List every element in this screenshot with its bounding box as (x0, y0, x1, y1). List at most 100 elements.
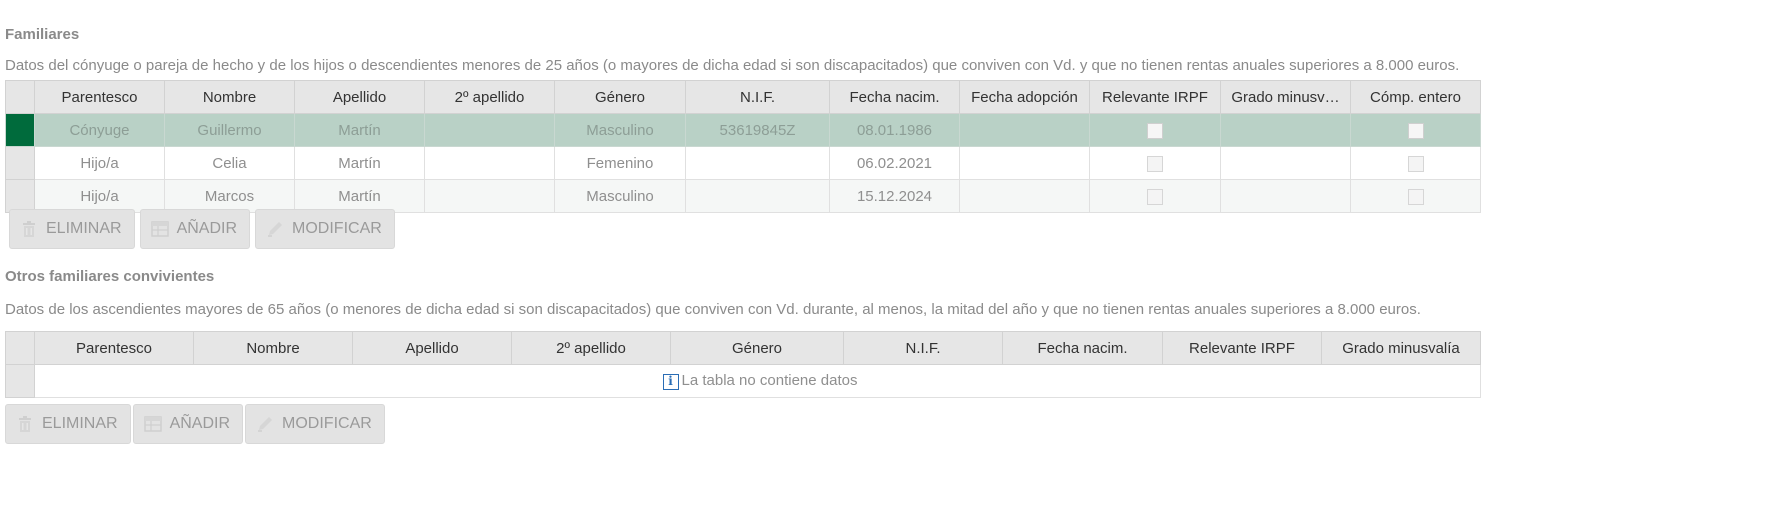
comp-entero-checkbox[interactable] (1407, 188, 1424, 205)
familiares-table: Parentesco Nombre Apellido 2º apellido G… (5, 80, 1481, 213)
relevante-irpf-checkbox[interactable] (1147, 188, 1163, 205)
row-selector[interactable] (5, 179, 35, 213)
column-header-genero[interactable]: Género (554, 80, 686, 114)
column-header-nif[interactable]: N.I.F. (843, 331, 1003, 365)
cell-fecha-nacim: 08.01.1986 (829, 113, 960, 147)
cell-fecha-nacim: 15.12.2024 (829, 179, 960, 213)
delete-button-label: ELIMINAR (46, 220, 122, 237)
cell-apellido2 (424, 146, 555, 180)
cell-parentesco: Hijo/a (34, 179, 165, 213)
add-button-label: AÑADIR (169, 415, 231, 432)
column-header-fecha-nacim[interactable]: Fecha nacim. (1002, 331, 1163, 365)
cell-apellido: Martín (294, 179, 425, 213)
empty-message: La tabla no contiene datos (681, 372, 858, 390)
cell-nombre: Guillermo (164, 113, 295, 147)
cell-fecha-adopcion (959, 113, 1090, 147)
cell-fecha-nacim: 06.02.2021 (829, 146, 960, 180)
add-button[interactable]: AÑADIR (132, 404, 244, 444)
cell-nif (685, 146, 830, 180)
page: Familiares Datos del cónyuge o pareja de… (0, 0, 1768, 510)
relevante-irpf-checkbox[interactable] (1147, 155, 1163, 172)
column-header-nombre[interactable]: Nombre (164, 80, 295, 114)
comp-entero-checkbox[interactable] (1407, 155, 1424, 172)
cell-comp-entero (1350, 179, 1481, 213)
pencil-icon (268, 222, 283, 237)
pencil-icon (258, 417, 273, 432)
modify-button-label: MODIFICAR (292, 220, 382, 237)
column-header-apellido2[interactable]: 2º apellido (511, 331, 671, 365)
trash-icon (23, 221, 35, 237)
cell-apellido: Martín (294, 113, 425, 147)
empty-message-cell: i La tabla no contiene datos (34, 364, 1481, 398)
row-selector[interactable] (5, 113, 35, 147)
modify-button[interactable]: MODIFICAR (255, 209, 395, 249)
cell-grado-minusvalia (1220, 146, 1351, 180)
delete-button[interactable]: ELIMINAR (9, 209, 135, 249)
otros-button-bar: ELIMINAR AÑADIR MODIFICAR (5, 404, 385, 444)
otros-description: Datos de los ascendientes mayores de 65 … (5, 301, 1421, 318)
table-row[interactable]: Cónyuge Guillermo Martín Masculino 53619… (5, 113, 1481, 147)
column-header-apellido2[interactable]: 2º apellido (424, 80, 555, 114)
column-header-relevante-irpf[interactable]: Relevante IRPF (1162, 331, 1322, 365)
row-selector-header (5, 80, 35, 114)
cell-nif (685, 179, 830, 213)
column-header-nif[interactable]: N.I.F. (685, 80, 830, 114)
cell-grado-minusvalia (1220, 113, 1351, 147)
column-header-nombre[interactable]: Nombre (193, 331, 353, 365)
modify-button-label: MODIFICAR (282, 415, 372, 432)
column-header-apellido[interactable]: Apellido (352, 331, 512, 365)
cell-relevante-irpf (1089, 113, 1221, 147)
cell-apellido2 (424, 179, 555, 213)
column-header-comp-entero[interactable]: Cómp. entero (1350, 80, 1481, 114)
otros-title: Otros familiares convivientes (5, 268, 215, 285)
info-icon: i (662, 373, 679, 390)
column-header-apellido[interactable]: Apellido (294, 80, 425, 114)
comp-entero-checkbox[interactable] (1407, 122, 1424, 139)
modify-button[interactable]: MODIFICAR (245, 404, 385, 444)
relevante-irpf-checkbox[interactable] (1147, 122, 1163, 139)
delete-button[interactable]: ELIMINAR (5, 404, 131, 444)
row-selector (5, 364, 35, 398)
column-header-grado-minusvalia[interactable]: Grado minusvalía (1321, 331, 1481, 365)
cell-parentesco: Cónyuge (34, 113, 165, 147)
column-header-relevante-irpf[interactable]: Relevante IRPF (1089, 80, 1221, 114)
column-header-parentesco[interactable]: Parentesco (34, 331, 194, 365)
otros-table: Parentesco Nombre Apellido 2º apellido G… (5, 331, 1481, 398)
cell-genero: Masculino (554, 179, 686, 213)
cell-genero: Masculino (554, 113, 686, 147)
cell-fecha-adopcion (959, 146, 1090, 180)
row-selector[interactable] (5, 146, 35, 180)
column-header-fecha-adopcion[interactable]: Fecha adopción (959, 80, 1090, 114)
trash-icon (19, 416, 31, 432)
table-row[interactable]: Hijo/a Marcos Martín Masculino 15.12.202… (5, 179, 1481, 213)
column-header-parentesco[interactable]: Parentesco (34, 80, 165, 114)
cell-fecha-adopcion (959, 179, 1090, 213)
familiares-title: Familiares (5, 26, 80, 43)
cell-nombre: Celia (164, 146, 295, 180)
cell-genero: Femenino (554, 146, 686, 180)
add-button[interactable]: AÑADIR (139, 209, 251, 249)
table-row[interactable]: Hijo/a Celia Martín Femenino 06.02.2021 (5, 146, 1481, 180)
familiares-description: Datos del cónyuge o pareja de hecho y de… (5, 57, 1460, 74)
cell-nombre: Marcos (164, 179, 295, 213)
familiares-header-row: Parentesco Nombre Apellido 2º apellido G… (5, 80, 1481, 114)
column-header-fecha-nacim[interactable]: Fecha nacim. (829, 80, 960, 114)
row-selector-header (5, 331, 35, 365)
table-add-icon (143, 416, 162, 432)
add-button-label: AÑADIR (176, 220, 238, 237)
column-header-genero[interactable]: Género (670, 331, 844, 365)
table-add-icon (150, 221, 169, 237)
cell-apellido: Martín (294, 146, 425, 180)
cell-relevante-irpf (1089, 179, 1221, 213)
empty-table-row: i La tabla no contiene datos (5, 364, 1481, 398)
familiares-button-bar: ELIMINAR AÑADIR MODIFICAR (9, 209, 395, 249)
delete-button-label: ELIMINAR (42, 415, 118, 432)
cell-apellido2 (424, 113, 555, 147)
column-header-grado-minusvalia[interactable]: Grado minusv… (1220, 80, 1351, 114)
otros-header-row: Parentesco Nombre Apellido 2º apellido G… (5, 331, 1481, 365)
cell-grado-minusvalia (1220, 179, 1351, 213)
cell-nif: 53619845Z (685, 113, 830, 147)
cell-comp-entero (1350, 146, 1481, 180)
cell-comp-entero (1350, 113, 1481, 147)
cell-relevante-irpf (1089, 146, 1221, 180)
